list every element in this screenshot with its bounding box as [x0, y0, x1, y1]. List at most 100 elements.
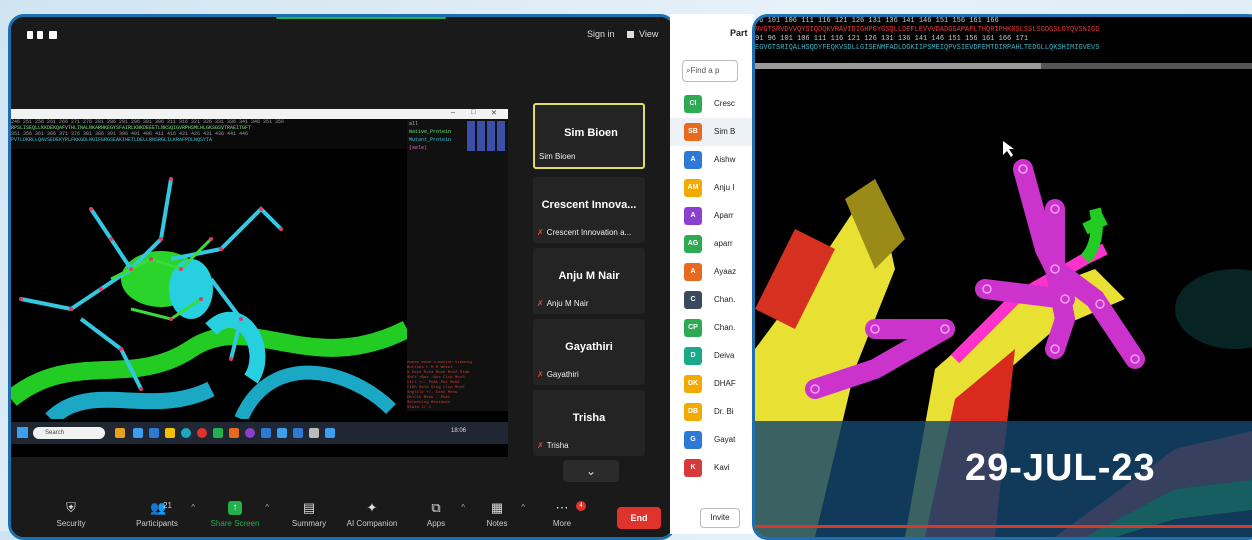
share-screen-icon: ↑ [228, 501, 242, 515]
avatar: G [684, 431, 702, 449]
more-badge: 4 [576, 501, 586, 511]
tile-label: ✗ Anju M Nair [537, 299, 643, 308]
ai-companion-button[interactable]: ✦ AI Companion [337, 501, 407, 535]
participant-name: Ayaaz [714, 267, 737, 276]
participant-row[interactable]: G Gayat [670, 426, 754, 454]
participant-tile-active[interactable]: Sim Bioen Sim Bioen [533, 103, 645, 169]
notes-label: Notes [486, 519, 508, 528]
taskbar-app-icon[interactable] [197, 428, 207, 438]
taskbar-app-icon[interactable] [149, 428, 159, 438]
avatar: A [684, 151, 702, 169]
summary-icon: ▤ [302, 500, 316, 515]
participant-name: Anju I [714, 183, 735, 192]
command-output: Mouse Mode 3-Button Viewing Buttons L M … [407, 361, 508, 421]
taskbar-app-icon[interactable] [229, 428, 239, 438]
window-control-icon[interactable] [37, 31, 43, 39]
apps-button[interactable]: ⧉ Apps ^ [407, 501, 465, 535]
molecule-3d-view[interactable] [11, 149, 407, 419]
sequence-viewer: 246 251 256 261 266 271 276 281 286 291 … [11, 119, 407, 149]
date-stamp: 29-JUL-23 [965, 447, 1156, 489]
notes-icon: ▦ [490, 500, 504, 515]
window-control-icon[interactable] [49, 31, 57, 39]
participant-row[interactable]: A Aishw [670, 146, 754, 174]
taskbar-app-icon[interactable] [213, 428, 223, 438]
object-buttons[interactable] [467, 121, 505, 151]
view-grid-icon[interactable] [627, 31, 634, 38]
taskbar-app-icon[interactable] [309, 428, 319, 438]
chevron-up-icon[interactable]: ^ [191, 503, 195, 512]
participant-row[interactable]: DB Dr. Bi [670, 398, 754, 426]
minimize-icon[interactable]: – [451, 109, 455, 116]
maximize-icon[interactable]: □ [471, 109, 475, 116]
mic-muted-icon: ✗ [537, 441, 544, 450]
mic-muted-icon: ✗ [537, 370, 544, 379]
invite-button[interactable]: Invite [700, 508, 740, 528]
participant-name: Chan. [714, 323, 736, 332]
scroll-down-button[interactable]: ⌄ [563, 460, 619, 482]
taskbar-app-icon[interactable] [293, 428, 303, 438]
find-placeholder: Find a p [690, 66, 720, 75]
summary-label: Summary [291, 519, 327, 528]
view-button[interactable]: View [639, 29, 658, 39]
participant-name: aparr [714, 239, 733, 248]
participant-row[interactable]: K Kavi [670, 454, 754, 482]
participant-tile[interactable]: Trisha ✗ Trisha [533, 390, 645, 456]
participant-row[interactable]: A Aparr [670, 202, 754, 230]
chevron-up-icon[interactable]: ^ [265, 503, 269, 512]
participant-row[interactable]: CP Chan. [670, 314, 754, 342]
tile-label-text: Crescent Innovation a... [546, 228, 632, 237]
participant-row[interactable]: SB Sim B [670, 118, 754, 146]
end-meeting-button[interactable]: End [617, 507, 661, 529]
participant-name: Aparr [714, 211, 734, 220]
participant-name: Sim B [714, 127, 736, 136]
window-control-icon[interactable] [27, 31, 33, 39]
chevron-up-icon[interactable]: ^ [461, 503, 465, 512]
find-participant-input[interactable]: ⌕Find a p [682, 60, 738, 82]
windows-taskbar: Search 18:06 [11, 422, 508, 444]
taskbar-app-icon[interactable] [115, 428, 125, 438]
top-indicator [276, 17, 446, 19]
taskbar-app-icon[interactable] [325, 428, 335, 438]
molecule-window-titlebar: – □ ✕ [11, 109, 508, 119]
taskbar-app-icon[interactable] [165, 428, 175, 438]
close-icon[interactable]: ✕ [491, 109, 497, 117]
notes-button[interactable]: ▦ Notes ^ [469, 501, 525, 535]
meeting-top-bar: Sign in View [11, 17, 673, 57]
taskbar-app-icon[interactable] [277, 428, 287, 438]
taskbar-search[interactable]: Search [33, 427, 105, 439]
participant-row[interactable]: DK DHAF [670, 370, 754, 398]
security-button[interactable]: ⛨ Security [39, 501, 103, 535]
summary-button[interactable]: ▤ Summary [277, 501, 341, 535]
participant-row[interactable]: C Chan. [670, 286, 754, 314]
participant-name: Cresc [714, 99, 735, 108]
participant-row[interactable]: AG aparr [670, 230, 754, 258]
participants-label: Participants [136, 519, 178, 528]
participant-row[interactable]: A Ayaaz [670, 258, 754, 286]
sign-in-link[interactable]: Sign in [587, 29, 615, 39]
taskbar-app-icon[interactable] [181, 428, 191, 438]
taskbar-clock: 18:06 [451, 428, 467, 434]
shared-screen: – □ ✕ 246 251 256 261 266 271 276 281 28… [11, 109, 508, 457]
avatar: CP [684, 319, 702, 337]
share-screen-button[interactable]: ↑ Share Screen ^ [201, 501, 269, 535]
participant-tile[interactable]: Crescent Innova... ✗ Crescent Innovation … [533, 177, 645, 243]
taskbar-app-icon[interactable] [261, 428, 271, 438]
participant-tile[interactable]: Gayathiri ✗ Gayathiri [533, 319, 645, 385]
taskbar-app-icon[interactable] [245, 428, 255, 438]
participant-row[interactable]: CI Cresc [670, 90, 754, 118]
avatar: A [684, 207, 702, 225]
participants-icon: 👥 [150, 500, 167, 515]
participant-name: Deiva [714, 351, 735, 360]
participants-panel: Part ⌕Find a p CI Cresc SB Sim B A Aishw AM Anj… [670, 14, 754, 534]
participant-tile[interactable]: Anju M Nair ✗ Anju M Nair [533, 248, 645, 314]
tile-label: ✗ Trisha [537, 441, 643, 450]
windows-start-icon[interactable] [17, 427, 28, 438]
tile-name: Trisha [572, 412, 606, 424]
participant-row[interactable]: AM Anju I [670, 174, 754, 202]
sequence-line: PVTLDKRLLQAVSEDEKYPLFKKGDLNGIFGRGSEAKIHE… [11, 137, 213, 143]
participant-row[interactable]: D Deiva [670, 342, 754, 370]
participants-button[interactable]: 👥 21 Participants ^ [119, 501, 195, 535]
taskbar-app-icon[interactable] [133, 428, 143, 438]
cmd-line: State 1/ 1 [407, 406, 432, 410]
chevron-up-icon[interactable]: ^ [521, 503, 525, 512]
